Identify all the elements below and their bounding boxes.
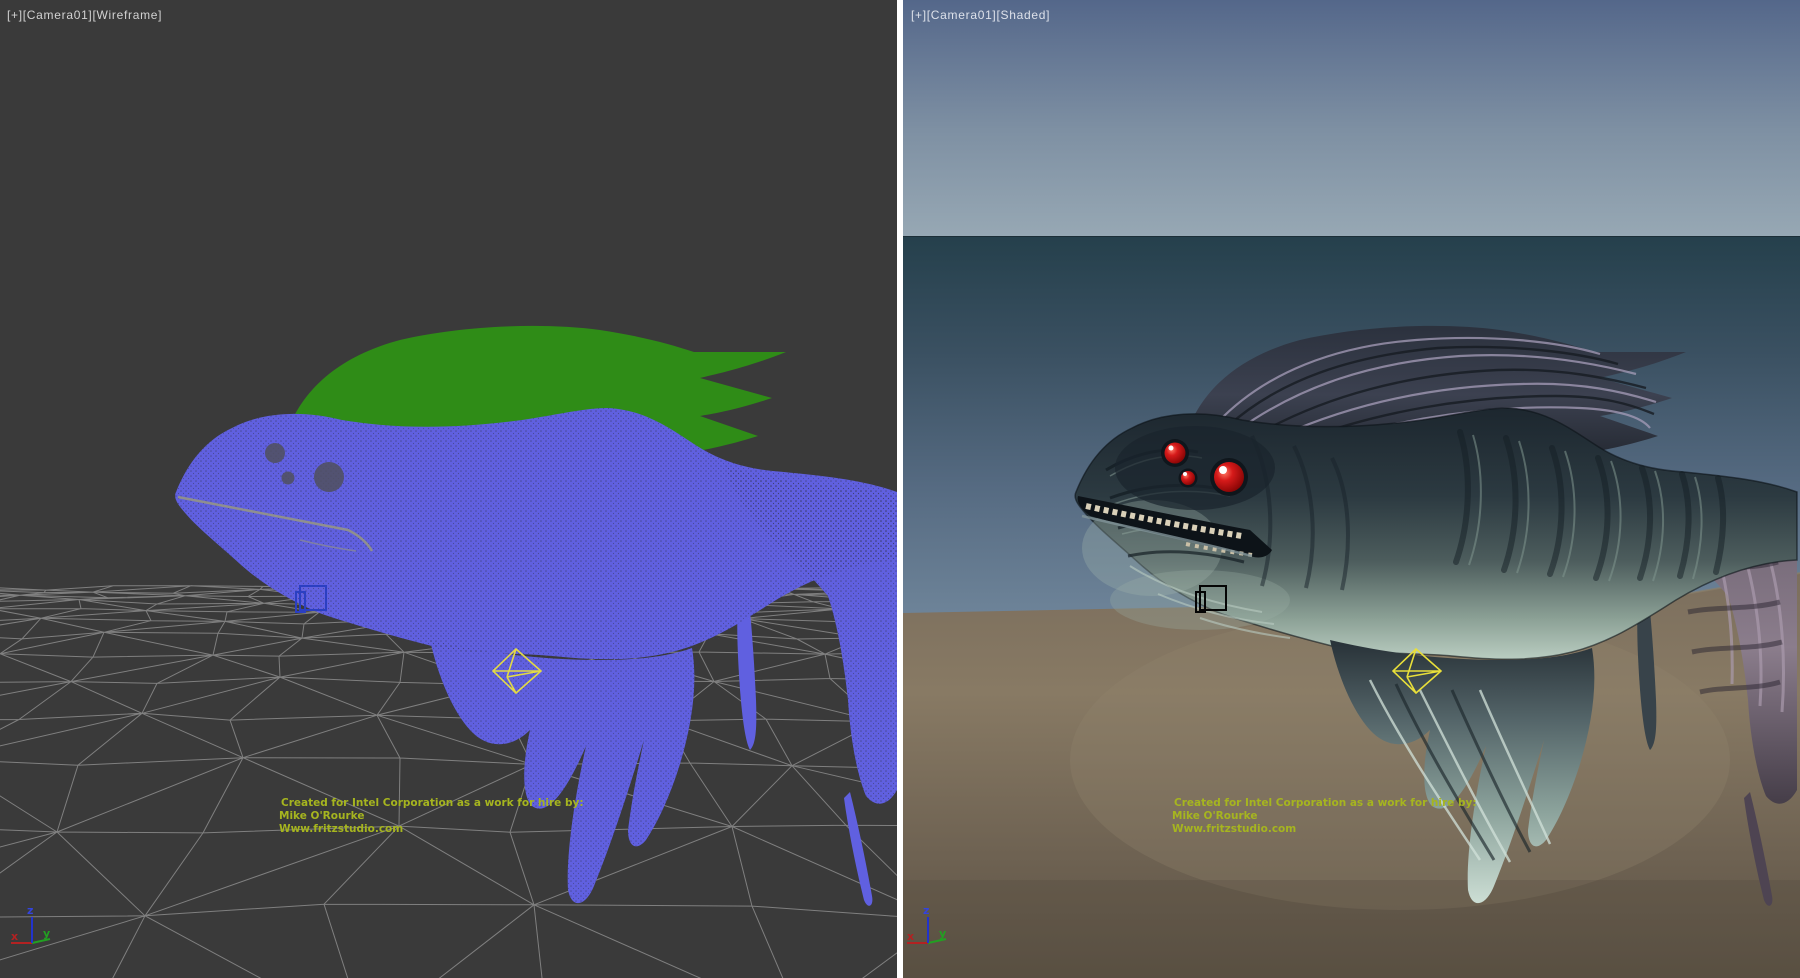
credit-line-3: Www.fritzstudio.com (279, 823, 403, 835)
viewport-label-shaded[interactable]: [+][Camera01][Shaded] (911, 8, 1050, 22)
credit-line-2: Mike O'Rourke (279, 810, 364, 822)
axis-x-label: x (907, 930, 914, 943)
axis-y-label: y (939, 927, 946, 940)
viewport-label-wireframe[interactable]: [+][Camera01][Wireframe] (7, 8, 162, 22)
axis-z-label: z (27, 904, 33, 917)
credit-line-3: Www.fritzstudio.com (1172, 823, 1296, 835)
credit-line-1: Created for Intel Corporation as a work … (281, 797, 584, 809)
axis-y-label: y (43, 927, 50, 940)
credit-line-2: Mike O'Rourke (1172, 810, 1257, 822)
viewport-shaded[interactable]: Created for Intel Corporation as a work … (903, 0, 1800, 978)
credit-line-1: Created for Intel Corporation as a work … (1174, 797, 1477, 809)
viewport-split-stage: Created for Intel Corporation as a work … (0, 0, 1800, 978)
sky (903, 0, 1800, 237)
axis-z-label: z (923, 904, 929, 917)
axis-x-label: x (11, 930, 18, 943)
viewport-divider[interactable] (897, 0, 903, 978)
